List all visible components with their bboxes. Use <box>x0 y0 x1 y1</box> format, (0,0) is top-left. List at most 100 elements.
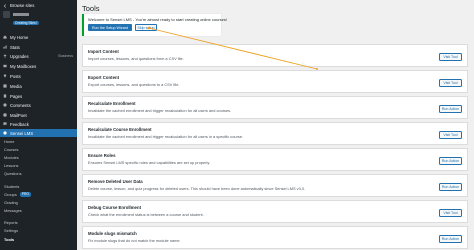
sidebar-subitem-label: Grading <box>4 200 18 205</box>
tool-description: Check what the enrollment status is betw… <box>88 212 204 217</box>
visit-tool-button[interactable]: Visit Tool <box>439 79 462 87</box>
page-title: Tools <box>82 4 100 13</box>
sidebar-item-stats[interactable]: Stats <box>0 43 77 51</box>
run-action-button[interactable]: Run Action <box>439 157 462 165</box>
sidebar-item-my-home[interactable]: My Home <box>0 33 77 41</box>
sidebar-subitem-tools[interactable]: Tools <box>0 236 77 243</box>
sidebar-subitem-groups[interactable]: Groups PRO <box>0 191 77 198</box>
visit-tool-button[interactable]: Visit Tool <box>439 131 462 139</box>
sidebar-item-label: My Home <box>10 34 29 40</box>
tool-description: Import courses, lessons, and questions f… <box>88 56 184 61</box>
sidebar-item-upgrades[interactable]: Upgrades Business <box>0 52 77 60</box>
notice-text: Welcome to Sensei LMS - You're almost re… <box>88 17 227 22</box>
sidebar-subitem-label: Reports <box>4 220 18 225</box>
main-content: Tools Welcome to Sensei LMS - You're alm… <box>77 0 474 250</box>
tool-description: Fix module slugs that do not match the m… <box>88 238 181 243</box>
tool-title: Remove Deleted User Data <box>88 179 143 184</box>
media-icon <box>3 84 7 88</box>
admin-sidebar: Browse sites Creating Sites! My Home Stat… <box>0 0 77 250</box>
run-action-button[interactable]: Run Action <box>439 105 462 113</box>
tool-description: Export courses, lessons, and questions t… <box>88 82 180 87</box>
visit-tool-button[interactable]: Visit Tool <box>439 53 462 61</box>
site-name <box>13 13 29 16</box>
sidebar-item-label: MailPoet <box>10 112 27 118</box>
tool-row: Recalculate Course Enrollment Invalidate … <box>82 122 468 145</box>
setup-notice: Welcome to Sensei LMS - You're almost re… <box>82 14 227 36</box>
tool-description: Ensures Sensei LMS specific roles and ca… <box>88 160 211 165</box>
sidebar-subitem-label: Lessons <box>4 163 19 168</box>
sidebar-subitem-grading[interactable]: Grading <box>0 199 77 206</box>
tool-description: Invalidate the cached enrollment and tri… <box>88 134 244 139</box>
pro-badge: PRO <box>19 192 31 197</box>
plan-label: Business <box>58 54 73 58</box>
stats-icon <box>3 45 7 49</box>
mailpoet-icon <box>3 113 7 117</box>
sidebar-subitem-courses[interactable]: Courses <box>0 146 77 153</box>
sidebar-item-my-mailboxes[interactable]: My Mailboxes <box>0 62 77 70</box>
tool-title: Ensure Roles <box>88 153 116 158</box>
page-icon <box>3 94 7 98</box>
upgrades-icon <box>3 54 7 58</box>
sidebar-subitem-label: Home <box>4 139 15 144</box>
sidebar-item-label: Posts <box>10 73 21 79</box>
tool-row: Recalculate Enrollment Invalidate the cac… <box>82 96 468 119</box>
sidebar-item-posts[interactable]: Posts <box>0 72 77 80</box>
sidebar-item-label: Comments <box>10 102 31 108</box>
sidebar-subitem-label: Messages <box>4 208 22 213</box>
tool-row: Module slugs mismatch Fix module slugs th… <box>82 226 468 249</box>
tool-title: Recalculate Enrollment <box>88 101 136 106</box>
sidebar-item-mailpoet[interactable]: MailPoet <box>0 111 77 119</box>
sidebar-item-label: Feedback <box>10 121 29 127</box>
run-action-button[interactable]: Run Action <box>439 183 462 191</box>
tool-title: Debug Course Enrollment <box>88 205 141 210</box>
run-setup-wizard-button[interactable]: Run the Setup Wizard <box>88 24 132 31</box>
sidebar-subitem-label: Tools <box>4 237 15 242</box>
visit-tool-button[interactable]: Visit Tool <box>439 209 462 217</box>
tool-row: Ensure Roles Ensures Sensei LMS specific … <box>82 148 468 171</box>
tool-title: Export Content <box>88 75 120 80</box>
sidebar-item-feedback[interactable]: Feedback <box>0 120 77 128</box>
run-action-button[interactable]: Run Action <box>439 235 462 243</box>
tool-title: Import Content <box>88 49 119 54</box>
sensei-icon <box>3 131 7 135</box>
site-badge-row: Creating Sites! <box>0 20 77 26</box>
sidebar-subitem-reports[interactable]: Reports <box>0 219 77 226</box>
sidebar-subitem-label: Settings <box>4 228 19 233</box>
sidebar-item-label: Sensei LMS <box>10 130 34 136</box>
sidebar-subitem-label: Modules <box>4 155 19 160</box>
sidebar-item-media[interactable]: Media <box>0 82 77 90</box>
sidebar-subitem-label: Questions <box>4 171 22 176</box>
browse-sites-link[interactable]: Browse sites <box>0 2 77 9</box>
creating-sites-badge: Creating Sites! <box>13 20 39 26</box>
home-icon <box>3 35 7 39</box>
mail-icon <box>3 64 7 68</box>
pin-icon <box>3 74 7 78</box>
sidebar-subitem-label: Courses <box>4 147 19 152</box>
sidebar-item-label: My Mailboxes <box>10 63 37 69</box>
tool-row: Remove Deleted User Data Delete course, l… <box>82 174 468 197</box>
feedback-icon <box>3 122 7 126</box>
sidebar-item-label: Upgrades <box>10 53 29 59</box>
tool-row: Export Content Export courses, lessons, a… <box>82 70 468 93</box>
sidebar-subitem-students[interactable]: Students <box>0 183 77 190</box>
comment-icon <box>3 103 7 107</box>
sidebar-item-sensei-lms[interactable]: Sensei LMS <box>0 129 77 137</box>
tool-description: Delete course, lesson, and quiz progress… <box>88 186 306 191</box>
sidebar-item-pages[interactable]: Pages <box>0 92 77 100</box>
sidebar-subitem-label: Groups <box>4 192 17 197</box>
tool-title: Module slugs mismatch <box>88 231 137 236</box>
site-switcher[interactable] <box>0 10 77 19</box>
sidebar-subitem-questions[interactable]: Questions <box>0 170 77 177</box>
sidebar-subitem-lessons[interactable]: Lessons <box>0 162 77 169</box>
sidebar-item-label: Stats <box>10 44 20 50</box>
sidebar-subitem-home[interactable]: Home <box>0 138 77 145</box>
sidebar-subitem-label: Students <box>4 184 20 189</box>
sidebar-item-label: Media <box>10 83 22 89</box>
sidebar-subitem-modules[interactable]: Modules <box>0 154 77 161</box>
skip-setup-button[interactable]: Skip setup <box>135 24 157 31</box>
sidebar-subitem-messages[interactable]: Messages <box>0 207 77 214</box>
tool-title: Recalculate Course Enrollment <box>88 127 152 132</box>
tool-row: Import Content Import courses, lessons, a… <box>82 44 468 67</box>
sidebar-subitem-settings[interactable]: Settings <box>0 227 77 234</box>
sidebar-item-comments[interactable]: Comments <box>0 101 77 109</box>
